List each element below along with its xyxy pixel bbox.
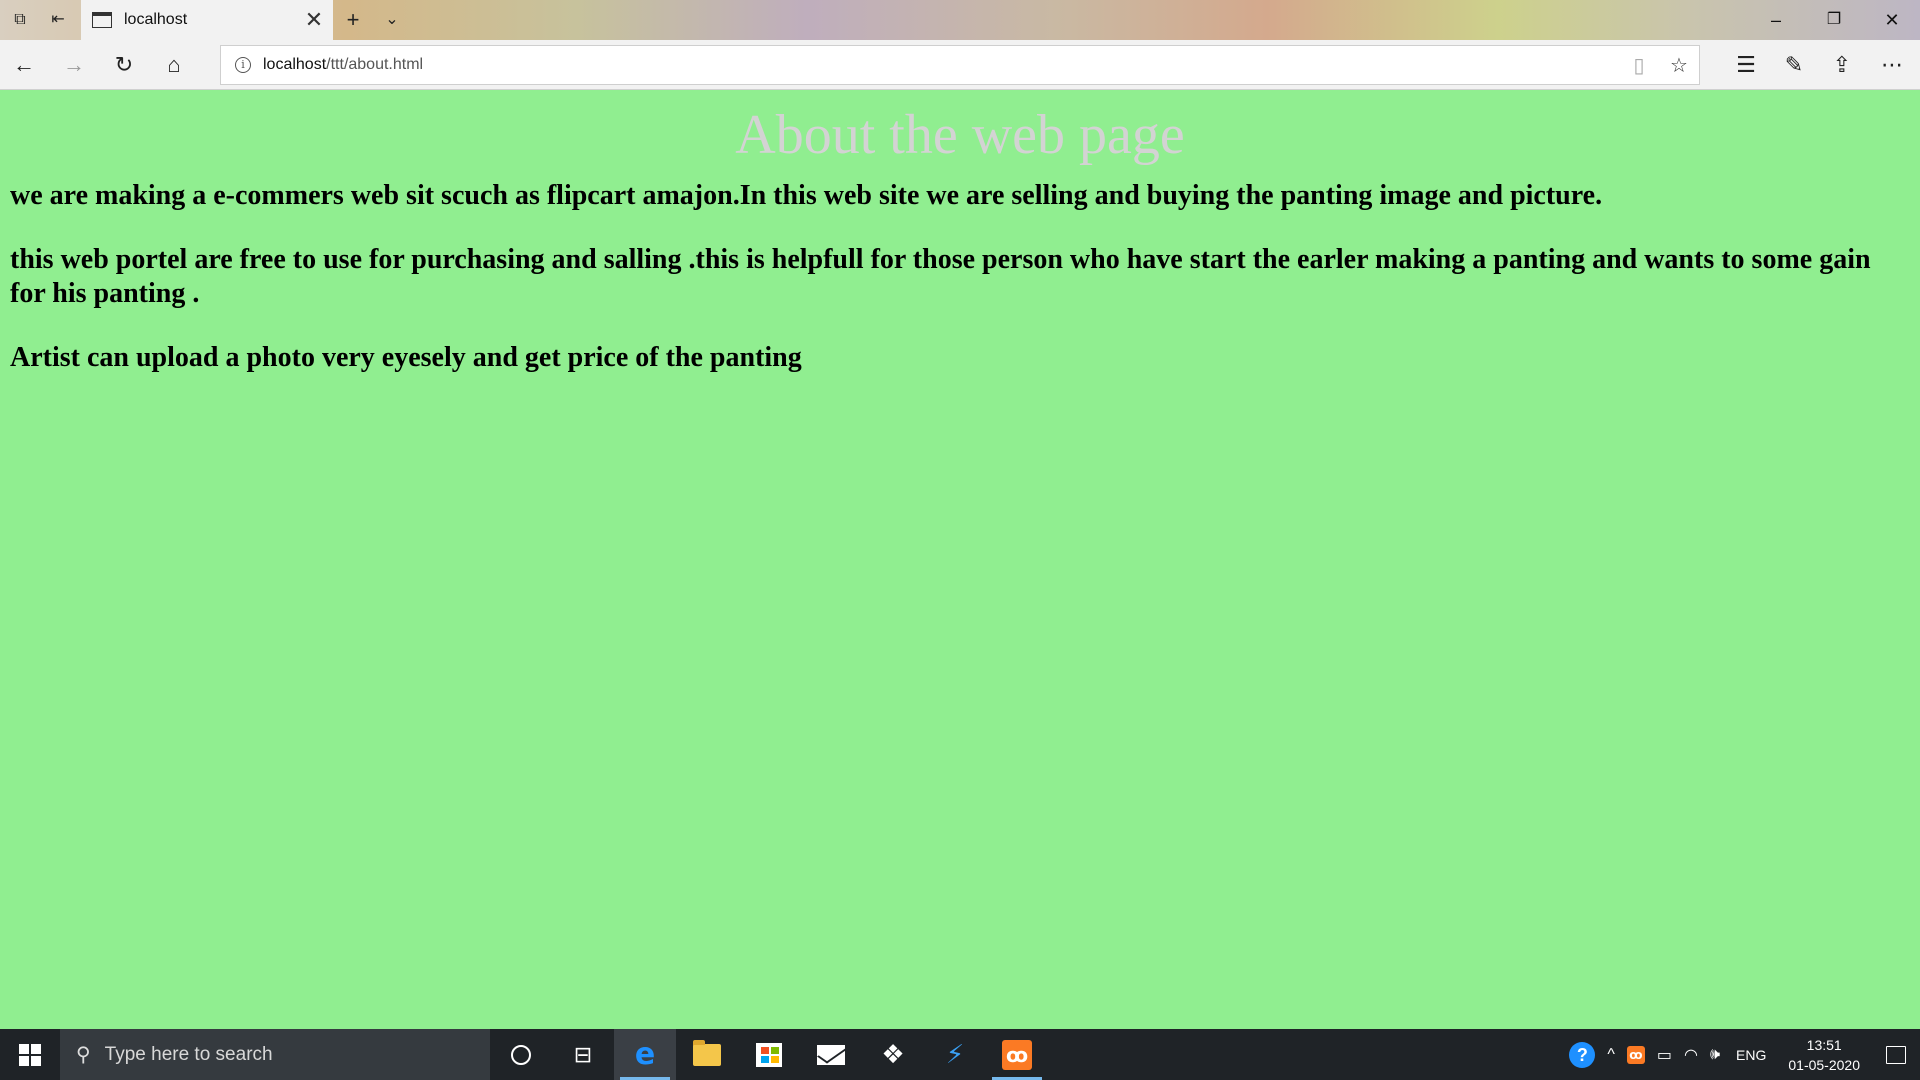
search-icon: ⚲ xyxy=(76,1044,91,1066)
cortana-button[interactable] xyxy=(490,1029,552,1080)
tab-title: localhost xyxy=(124,11,188,28)
reading-view-icon[interactable]: ▯ xyxy=(1619,53,1659,78)
taskbar-xampp[interactable]: ꝏ xyxy=(986,1029,1048,1080)
tray-help[interactable]: ? xyxy=(1563,1041,1601,1068)
taskbar-edge[interactable]: e xyxy=(614,1029,676,1080)
start-button[interactable] xyxy=(0,1029,60,1080)
url-text[interactable]: localhost/ttt/about.html xyxy=(263,56,1619,74)
search-placeholder: Type here to search xyxy=(104,1043,273,1065)
page-heading: About the web page xyxy=(735,104,1185,166)
notification-icon xyxy=(1886,1045,1906,1064)
action-center-button[interactable] xyxy=(1872,1045,1920,1064)
favorite-star-icon[interactable]: ☆ xyxy=(1659,53,1699,78)
mail-icon xyxy=(817,1044,845,1065)
help-icon: ? xyxy=(1569,1041,1596,1068)
windows-logo-icon xyxy=(19,1043,41,1066)
app-icon: ⚡ xyxy=(945,1039,965,1069)
restore-button[interactable]: ❐ xyxy=(1806,0,1862,40)
address-bar[interactable]: i localhost/ttt/about.html ▯ ☆ xyxy=(220,45,1700,85)
more-options-icon[interactable]: ⋯ xyxy=(1874,49,1910,81)
close-window-button[interactable]: ✕ xyxy=(1864,0,1920,40)
show-hidden-icons-chevron-icon[interactable]: ^ xyxy=(1601,1046,1621,1064)
forward-button[interactable]: → xyxy=(56,49,92,81)
tray-xampp[interactable]: ꝏ xyxy=(1621,1045,1651,1064)
clock[interactable]: 13:51 01-05-2020 xyxy=(1776,1035,1872,1075)
share-icon[interactable]: ⇪ xyxy=(1824,49,1860,81)
store-icon xyxy=(756,1042,782,1067)
taskbar-file-explorer[interactable] xyxy=(676,1029,738,1080)
set-tabs-aside-icon[interactable]: ⇤ xyxy=(46,8,70,32)
task-view-icon: ⊟ xyxy=(573,1041,593,1067)
back-button[interactable]: ← xyxy=(6,49,42,81)
task-view-button[interactable]: ⊟ xyxy=(552,1029,614,1080)
volume-icon[interactable]: 🕪 xyxy=(1704,1046,1726,1064)
tab-list-chevron-icon[interactable]: ⌄ xyxy=(374,6,410,34)
taskbar-mail[interactable] xyxy=(800,1029,862,1080)
tab-close-icon[interactable]: ✕ xyxy=(299,7,329,33)
web-page-content: About the web page we are making a e-com… xyxy=(0,91,1920,1029)
paragraph-portal: this web portel are free to use for purc… xyxy=(10,244,1871,310)
paragraph-intro: we are making a e-commers web sit scuch … xyxy=(10,180,1603,212)
xampp-icon: ꝏ xyxy=(1002,1039,1032,1070)
tab-localhost[interactable]: localhost ✕ xyxy=(81,0,333,40)
wifi-icon[interactable]: ◠ xyxy=(1678,1045,1704,1065)
clock-date: 01-05-2020 xyxy=(1788,1056,1860,1073)
site-info-icon[interactable]: i xyxy=(235,57,251,73)
taskbar-app-blue[interactable]: ⚡ xyxy=(924,1029,986,1080)
edge-icon: e xyxy=(634,1037,656,1072)
home-button[interactable]: ⌂ xyxy=(156,49,192,81)
folder-icon xyxy=(693,1039,721,1066)
new-tab-button[interactable]: + xyxy=(335,6,371,34)
input-language[interactable]: ENG xyxy=(1726,1047,1776,1063)
cortana-icon xyxy=(511,1044,531,1065)
taskbar-dropbox[interactable]: ❖ xyxy=(862,1029,924,1080)
minimize-button[interactable]: – xyxy=(1748,0,1804,40)
battery-icon[interactable]: ▭ xyxy=(1651,1045,1678,1065)
browser-nav-bar: ← → ↻ ⌂ i localhost/ttt/about.html ▯ ☆ ☰… xyxy=(0,40,1920,90)
windows-taskbar: ⚲ Type here to search ⊟ e ❖ ⚡ ꝏ ? ^ ꝏ ▭ … xyxy=(0,1029,1920,1080)
web-note-pen-icon[interactable]: ✎ xyxy=(1776,49,1812,81)
paragraph-artist: Artist can upload a photo very eyesely a… xyxy=(10,342,802,374)
xampp-tray-icon: ꝏ xyxy=(1626,1045,1645,1064)
dropbox-icon: ❖ xyxy=(881,1039,905,1069)
taskbar-search-box[interactable]: ⚲ Type here to search xyxy=(60,1029,490,1080)
page-icon xyxy=(92,12,112,28)
taskbar-store[interactable] xyxy=(738,1029,800,1080)
tab-actions-icon[interactable]: ⧉ xyxy=(8,8,32,32)
favorites-hub-icon[interactable]: ☰ xyxy=(1728,49,1764,81)
browser-title-bar: ⧉ ⇤ localhost ✕ + ⌄ – ❐ ✕ xyxy=(0,0,1920,40)
refresh-button[interactable]: ↻ xyxy=(106,49,142,81)
system-tray: ? ^ ꝏ ▭ ◠ 🕪 ENG 13:51 01-05-2020 xyxy=(1563,1029,1920,1080)
clock-time: 13:51 xyxy=(1806,1036,1842,1053)
